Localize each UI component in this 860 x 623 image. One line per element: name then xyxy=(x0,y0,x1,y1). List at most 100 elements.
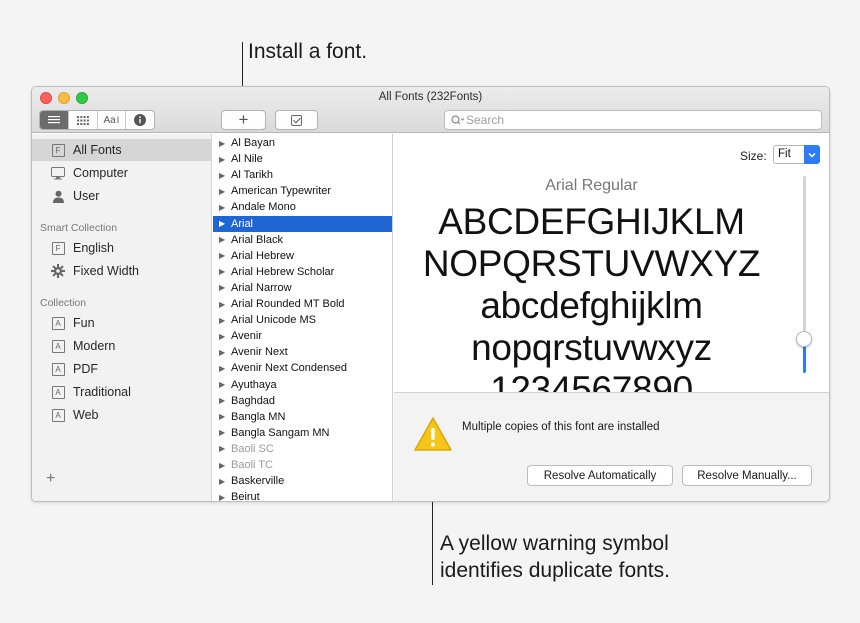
disclosure-triangle-icon[interactable]: ▶ xyxy=(219,332,226,341)
disclosure-triangle-icon[interactable]: ▶ xyxy=(219,187,226,196)
disclosure-triangle-icon[interactable]: ▶ xyxy=(219,412,226,421)
disclosure-triangle-icon[interactable]: ▶ xyxy=(219,316,226,325)
font-family-name: Ayuthaya xyxy=(231,378,277,391)
disclosure-triangle-icon[interactable]: ▶ xyxy=(219,461,226,470)
font-list-row[interactable]: ▶ Arial Hebrew Scholar xyxy=(213,264,392,280)
font-family-name: Andale Mono xyxy=(231,201,296,214)
disclosure-triangle-icon[interactable]: ▶ xyxy=(219,251,226,260)
chevron-down-icon xyxy=(804,145,820,164)
disclosure-triangle-icon[interactable]: ▶ xyxy=(219,155,226,164)
disclosure-triangle-icon[interactable]: ▶ xyxy=(219,364,226,373)
font-book-window: All Fonts (232Fonts) Aa I + Search F All… xyxy=(31,86,830,502)
font-list-row[interactable]: ▶ Arial Unicode MS xyxy=(213,312,392,328)
sidebar-item-modern[interactable]: A Modern xyxy=(32,335,212,357)
font-list-row[interactable]: ▶ Avenir Next xyxy=(213,344,392,360)
disclosure-triangle-icon[interactable]: ▶ xyxy=(219,235,226,244)
font-list-row[interactable]: ▶ Bangla MN xyxy=(213,409,392,425)
sample-view-button[interactable]: Aa I xyxy=(98,111,127,129)
disclosure-triangle-icon[interactable]: ▶ xyxy=(219,171,226,180)
font-list-row[interactable]: ▶ Arial Narrow xyxy=(213,280,392,296)
disclosure-triangle-icon[interactable]: ▶ xyxy=(219,428,226,437)
sidebar-item-web[interactable]: A Web xyxy=(32,404,212,426)
font-list-row[interactable]: ▶ Bangla Sangam MN xyxy=(213,425,392,441)
sidebar-item-label: Traditional xyxy=(73,385,131,399)
sidebar-item-pdf[interactable]: A PDF xyxy=(32,358,212,380)
disclosure-triangle-icon[interactable]: ▶ xyxy=(219,493,226,501)
font-family-name: Arial Unicode MS xyxy=(231,314,316,327)
font-box-icon: F xyxy=(51,241,65,255)
font-list-row[interactable]: ▶ Baoli TC xyxy=(213,457,392,473)
disclosure-triangle-icon[interactable]: ▶ xyxy=(219,219,226,228)
list-view-button[interactable] xyxy=(40,111,69,129)
sidebar-item-english[interactable]: F English xyxy=(32,237,212,259)
font-family-name: Baghdad xyxy=(231,394,276,407)
sidebar-item-fun[interactable]: A Fun xyxy=(32,312,212,334)
size-slider-knob[interactable] xyxy=(796,331,812,347)
disclosure-triangle-icon[interactable]: ▶ xyxy=(219,380,226,389)
font-list-row[interactable]: ▶ Avenir Next Condensed xyxy=(213,360,392,376)
disclosure-triangle-icon[interactable]: ▶ xyxy=(219,283,226,292)
font-list-row[interactable]: ▶ Al Tarikh xyxy=(213,167,392,183)
font-list-row[interactable]: ▶ Arial Hebrew xyxy=(213,248,392,264)
a-box-icon: A xyxy=(51,362,65,376)
sidebar-item-label: PDF xyxy=(73,362,98,376)
sidebar-item-traditional[interactable]: A Traditional xyxy=(32,381,212,403)
checkbox-icon xyxy=(291,114,302,126)
disclosure-triangle-icon[interactable]: ▶ xyxy=(219,203,226,212)
size-value: Fit xyxy=(778,148,791,160)
font-list-row[interactable]: ▶ Andale Mono xyxy=(213,199,392,215)
disclosure-triangle-icon[interactable]: ▶ xyxy=(219,267,226,276)
resolve-automatically-button[interactable]: Resolve Automatically xyxy=(527,465,673,486)
font-family-name: American Typewriter xyxy=(231,185,332,198)
disclosure-triangle-icon[interactable]: ▶ xyxy=(219,396,226,405)
search-field[interactable]: Search xyxy=(444,110,822,130)
disclosure-triangle-icon[interactable]: ▶ xyxy=(219,348,226,357)
font-list-row[interactable]: ▶ American Typewriter xyxy=(213,183,392,199)
sidebar-item-label: Fun xyxy=(73,316,95,330)
grid-view-button[interactable] xyxy=(69,111,98,129)
font-family-name: Al Nile xyxy=(231,153,263,166)
disclosure-triangle-icon[interactable]: ▶ xyxy=(219,444,226,453)
disclosure-triangle-icon[interactable]: ▶ xyxy=(219,300,226,309)
font-list-row[interactable]: ▶ Al Bayan xyxy=(213,135,392,151)
person-icon xyxy=(51,189,65,203)
sidebar-item-label: User xyxy=(73,189,100,203)
font-family-name: Avenir Next Condensed xyxy=(231,362,347,375)
font-family-name: Al Bayan xyxy=(231,137,276,149)
monitor-icon xyxy=(51,166,65,180)
preview-line-lowercase-1: abcdefghijklm xyxy=(480,285,703,326)
font-list-row[interactable]: ▶ Baghdad xyxy=(213,393,392,409)
plus-icon: + xyxy=(238,110,249,129)
font-list-row[interactable]: ▶ Ayuthaya xyxy=(213,377,392,393)
title-bar: All Fonts (232Fonts) Aa I + Search xyxy=(32,87,829,133)
font-list-row[interactable]: ▶ Avenir xyxy=(213,328,392,344)
sidebar-item-all-fonts[interactable]: F All Fonts xyxy=(32,139,212,161)
resolve-manually-button[interactable]: Resolve Manually... xyxy=(682,465,812,486)
text-cursor-icon: I xyxy=(116,115,120,125)
font-family-name: Baoli TC xyxy=(231,459,273,471)
sidebar-item-fixed-width[interactable]: Fixed Width xyxy=(32,260,212,282)
sidebar: F All Fonts Computer User Smart Collecti… xyxy=(32,134,212,501)
sidebar-item-label: Web xyxy=(73,408,99,422)
info-view-button[interactable] xyxy=(126,111,154,129)
sidebar-item-user[interactable]: User xyxy=(32,185,212,207)
font-list-row[interactable]: ▶ Baskerville xyxy=(213,473,392,489)
disclosure-triangle-icon[interactable]: ▶ xyxy=(219,477,226,486)
font-list-row[interactable]: ▶ Beirut xyxy=(213,489,392,501)
a-box-icon: A xyxy=(51,316,65,330)
font-list-row[interactable]: ▶ Arial Rounded MT Bold xyxy=(213,296,392,312)
preview-line-uppercase-2: NOPQRSTUVWXYZ xyxy=(422,243,761,284)
add-collection-button[interactable]: + xyxy=(46,470,55,488)
info-icon xyxy=(134,114,147,126)
preview-line-digits: 1234567890 xyxy=(490,369,693,393)
validate-font-button[interactable] xyxy=(275,110,318,130)
font-list-row[interactable]: ▶ Baoli SC xyxy=(213,441,392,457)
preview-line-uppercase-1: ABCDEFGHIJKLM xyxy=(438,201,745,242)
disclosure-triangle-icon[interactable]: ▶ xyxy=(219,139,226,148)
font-list-row[interactable]: ▶ Arial Black xyxy=(213,232,392,248)
size-select[interactable]: Fit xyxy=(773,145,820,164)
font-list-row[interactable]: ▶ Arial xyxy=(213,215,392,232)
add-font-button[interactable]: + xyxy=(221,110,266,130)
sidebar-item-computer[interactable]: Computer xyxy=(32,162,212,184)
font-list-row[interactable]: ▶ Al Nile xyxy=(213,151,392,167)
